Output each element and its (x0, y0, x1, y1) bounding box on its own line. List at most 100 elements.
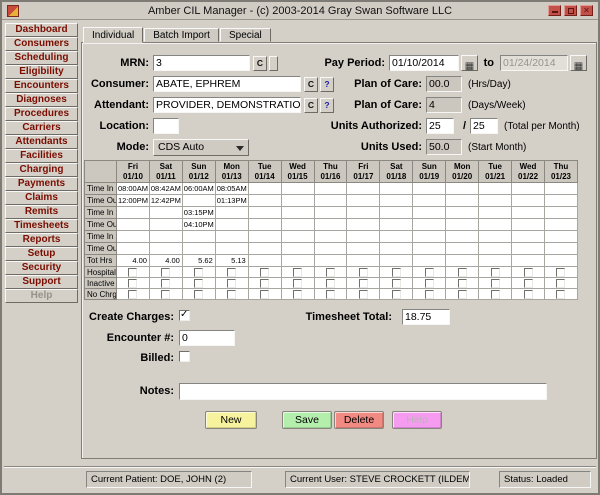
grid-checkbox[interactable] (227, 290, 236, 299)
grid-cell[interactable] (446, 255, 479, 267)
grid-cell[interactable]: 04:10PM (182, 219, 215, 231)
grid-cell[interactable] (314, 195, 347, 207)
grid-cell[interactable] (347, 278, 380, 289)
grid-cell[interactable] (512, 289, 545, 300)
grid-cell[interactable]: 5.13 (215, 255, 248, 267)
grid-checkbox[interactable] (227, 279, 236, 288)
grid-cell[interactable] (446, 195, 479, 207)
grid-cell[interactable]: 4.00 (149, 255, 182, 267)
grid-cell[interactable] (413, 278, 446, 289)
grid-cell[interactable] (446, 289, 479, 300)
grid-checkbox[interactable] (194, 290, 203, 299)
grid-cell[interactable] (314, 289, 347, 300)
grid-cell[interactable] (149, 278, 182, 289)
grid-cell[interactable] (347, 255, 380, 267)
grid-cell[interactable]: 12:00PM (117, 195, 150, 207)
grid-cell[interactable] (248, 183, 281, 195)
grid-checkbox[interactable] (293, 268, 302, 277)
grid-cell[interactable] (215, 207, 248, 219)
grid-cell[interactable] (512, 243, 545, 255)
grid-cell[interactable] (413, 289, 446, 300)
grid-cell[interactable] (544, 243, 577, 255)
consumer-help-button[interactable]: ? (320, 77, 334, 92)
grid-checkbox[interactable] (392, 268, 401, 277)
grid-cell[interactable] (446, 243, 479, 255)
grid-checkbox[interactable] (556, 268, 565, 277)
grid-cell[interactable] (544, 255, 577, 267)
grid-checkbox[interactable] (458, 290, 467, 299)
grid-cell[interactable] (446, 278, 479, 289)
grid-cell[interactable] (215, 219, 248, 231)
sidebar-item-diagnoses[interactable]: Diagnoses (5, 93, 78, 107)
grid-cell[interactable] (544, 231, 577, 243)
grid-cell[interactable] (149, 267, 182, 278)
tab-batch-import[interactable]: Batch Import (144, 28, 219, 42)
grid-checkbox[interactable] (128, 268, 137, 277)
grid-cell[interactable] (347, 267, 380, 278)
grid-cell[interactable] (479, 243, 512, 255)
grid-checkbox[interactable] (293, 290, 302, 299)
grid-cell[interactable] (281, 267, 314, 278)
grid-checkbox[interactable] (194, 279, 203, 288)
tab-individual[interactable]: Individual (83, 27, 143, 43)
grid-cell[interactable]: 12:42PM (149, 195, 182, 207)
sidebar-item-dashboard[interactable]: Dashboard (5, 23, 78, 37)
grid-cell[interactable] (544, 195, 577, 207)
grid-cell[interactable] (117, 289, 150, 300)
grid-cell[interactable] (512, 278, 545, 289)
grid-cell[interactable] (380, 231, 413, 243)
grid-checkbox[interactable] (260, 268, 269, 277)
grid-cell[interactable] (182, 231, 215, 243)
grid-cell[interactable] (248, 243, 281, 255)
grid-checkbox[interactable] (128, 279, 137, 288)
grid-cell[interactable] (347, 243, 380, 255)
sidebar-item-setup[interactable]: Setup (5, 247, 78, 261)
grid-cell[interactable] (446, 267, 479, 278)
grid-checkbox[interactable] (425, 279, 434, 288)
grid-cell[interactable] (314, 219, 347, 231)
mode-select[interactable]: CDS Auto (153, 139, 249, 156)
maximize-button[interactable] (564, 5, 577, 16)
grid-checkbox[interactable] (491, 279, 500, 288)
grid-cell[interactable] (347, 183, 380, 195)
grid-cell[interactable] (215, 289, 248, 300)
location-input[interactable] (153, 118, 179, 134)
grid-cell[interactable] (512, 219, 545, 231)
grid-cell[interactable] (512, 207, 545, 219)
grid-cell[interactable] (512, 255, 545, 267)
grid-cell[interactable] (413, 255, 446, 267)
grid-cell[interactable]: 03:15PM (182, 207, 215, 219)
billed-checkbox[interactable] (179, 351, 190, 362)
mrn-aux-button[interactable] (269, 56, 278, 71)
grid-checkbox[interactable] (359, 268, 368, 277)
grid-cell[interactable]: 01:13PM (215, 195, 248, 207)
grid-cell[interactable] (446, 207, 479, 219)
grid-cell[interactable] (413, 219, 446, 231)
grid-cell[interactable] (446, 231, 479, 243)
sidebar-item-support[interactable]: Support (5, 275, 78, 289)
notes-input[interactable] (179, 383, 547, 400)
grid-cell[interactable] (215, 267, 248, 278)
sidebar-item-security[interactable]: Security (5, 261, 78, 275)
sidebar-item-encounters[interactable]: Encounters (5, 79, 78, 93)
pay-period-start-input[interactable]: 01/10/2014 (389, 55, 459, 71)
grid-checkbox[interactable] (524, 279, 533, 288)
grid-checkbox[interactable] (524, 268, 533, 277)
grid-checkbox[interactable] (161, 290, 170, 299)
grid-cell[interactable] (512, 183, 545, 195)
grid-cell[interactable] (117, 243, 150, 255)
encounter-input[interactable]: 0 (179, 330, 235, 346)
grid-cell[interactable] (544, 278, 577, 289)
sidebar-item-procedures[interactable]: Procedures (5, 107, 78, 121)
grid-cell[interactable] (314, 231, 347, 243)
consumer-input[interactable]: ABATE, EPHREM (153, 76, 301, 92)
consumer-lookup-button[interactable]: C (304, 77, 318, 92)
grid-cell[interactable] (479, 278, 512, 289)
grid-cell[interactable] (544, 289, 577, 300)
grid-cell[interactable]: 08:42AM (149, 183, 182, 195)
grid-cell[interactable] (248, 255, 281, 267)
sidebar-item-facilities[interactable]: Facilities (5, 149, 78, 163)
sidebar-item-consumers[interactable]: Consumers (5, 37, 78, 51)
grid-cell[interactable] (314, 243, 347, 255)
grid-checkbox[interactable] (458, 279, 467, 288)
